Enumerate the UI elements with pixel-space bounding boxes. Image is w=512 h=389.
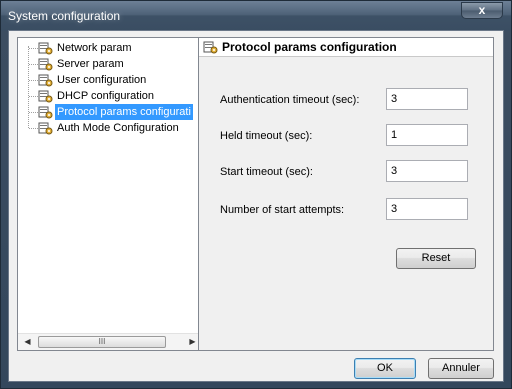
tree-item-network-param[interactable]: Network param: [18, 40, 202, 56]
tree-item-label: Server param: [57, 58, 124, 70]
scrollbar-grip-icon: III: [98, 337, 106, 346]
tree-item-auth-mode-configuration[interactable]: Auth Mode Configuration: [18, 120, 202, 136]
scrollbar-thumb[interactable]: III: [38, 336, 166, 348]
reset-button[interactable]: Reset: [396, 248, 476, 269]
start-attempts-input[interactable]: [386, 198, 468, 220]
tree-item-user-configuration[interactable]: User configuration: [18, 72, 202, 88]
tree-items-container: Network param Server param User configur…: [18, 38, 202, 334]
held-timeout-label: Held timeout (sec):: [220, 130, 313, 142]
panel-title: Protocol params configuration: [222, 40, 397, 54]
tree-item-label: Protocol params configurati: [55, 104, 193, 120]
start-timeout-input[interactable]: [386, 160, 468, 182]
tree-connector: [29, 112, 38, 113]
config-icon: [38, 122, 53, 135]
tree-item-label: User configuration: [57, 74, 147, 86]
protocol-params-panel: Protocol params configuration Authentica…: [198, 37, 494, 351]
panel-header: Protocol params configuration: [199, 38, 493, 57]
dialog-client-area: Network param Server param User configur…: [8, 30, 504, 382]
held-timeout-input[interactable]: [386, 124, 468, 146]
cancel-button[interactable]: Annuler: [428, 358, 494, 379]
system-configuration-window: System configuration x Network param Ser…: [0, 0, 512, 389]
config-icon: [38, 74, 53, 87]
tree-connector: [29, 80, 38, 81]
close-icon: x: [478, 3, 486, 17]
start-attempts-label: Number of start attempts:: [220, 204, 345, 216]
config-icon: [38, 42, 53, 55]
tree-connector: [29, 96, 38, 97]
authentication-timeout-input[interactable]: [386, 88, 468, 110]
config-icon: [38, 106, 53, 119]
title-bar[interactable]: System configuration x: [1, 1, 511, 31]
tree-item-label: Network param: [57, 42, 132, 54]
tree-horizontal-scrollbar[interactable]: ◀ III ▶: [18, 333, 202, 350]
ok-button[interactable]: OK: [354, 358, 416, 379]
tree-item-dhcp-configuration[interactable]: DHCP configuration: [18, 88, 202, 104]
tree-connector: [29, 64, 38, 65]
tree-item-protocol-params[interactable]: Protocol params configurati: [18, 104, 202, 120]
config-icon: [203, 41, 218, 54]
config-icon: [38, 90, 53, 103]
tree-connector: [29, 48, 38, 49]
config-icon: [38, 58, 53, 71]
tree-item-label: Auth Mode Configuration: [57, 122, 179, 134]
start-timeout-label: Start timeout (sec):: [220, 166, 313, 178]
config-tree: Network param Server param User configur…: [17, 37, 203, 351]
tree-connector: [29, 128, 38, 129]
tree-item-server-param[interactable]: Server param: [18, 56, 202, 72]
authentication-timeout-label: Authentication timeout (sec):: [220, 94, 360, 106]
tree-item-label: DHCP configuration: [57, 90, 155, 102]
close-button[interactable]: x: [461, 2, 503, 19]
window-title: System configuration: [8, 9, 121, 23]
scroll-left-icon[interactable]: ◀: [19, 334, 36, 350]
